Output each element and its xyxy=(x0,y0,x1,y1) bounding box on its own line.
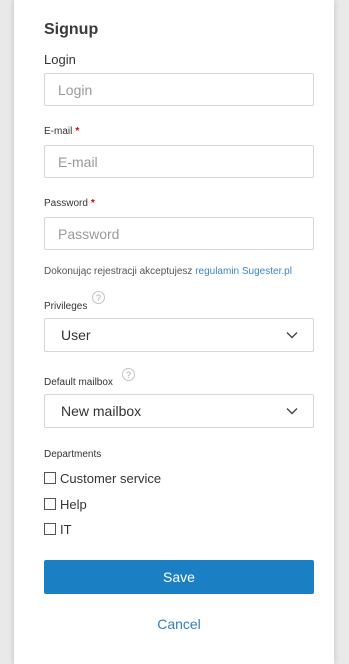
privileges-select[interactable]: User xyxy=(44,318,314,352)
departments-label: Departments xyxy=(44,449,102,460)
checkbox-label: Help xyxy=(60,497,87,512)
signup-panel: Signup Login E-mail* Password* Dokonując… xyxy=(14,0,334,664)
checkbox[interactable] xyxy=(44,523,56,535)
mailbox-help-icon[interactable]: ? xyxy=(122,368,135,381)
privileges-label: Privileges xyxy=(44,301,88,312)
password-label: Password * xyxy=(44,198,95,209)
checkbox[interactable] xyxy=(44,472,56,484)
privileges-selected: User xyxy=(61,327,91,343)
chevron-down-icon xyxy=(286,408,298,415)
department-checkbox-it[interactable]: IT xyxy=(44,522,72,538)
form-title: Signup xyxy=(44,21,99,38)
department-checkbox-customer-service[interactable]: Customer service xyxy=(44,471,161,487)
cancel-link[interactable]: Cancel xyxy=(44,616,314,632)
privileges-help-icon[interactable]: ? xyxy=(92,291,105,304)
mailbox-select[interactable]: New mailbox xyxy=(44,394,314,428)
mailbox-selected: New mailbox xyxy=(61,403,142,419)
login-input[interactable] xyxy=(44,73,314,106)
checkbox-label: IT xyxy=(60,522,72,537)
required-mark: * xyxy=(75,126,80,137)
email-label-text: E-mail xyxy=(44,126,73,137)
department-checkbox-help[interactable]: Help xyxy=(44,497,87,513)
required-mark: * xyxy=(90,198,95,209)
password-input[interactable] xyxy=(44,217,314,250)
login-label: Login xyxy=(44,52,76,67)
save-button[interactable]: Save xyxy=(44,560,314,594)
mailbox-label: Default mailbox xyxy=(44,377,113,388)
password-label-text: Password xyxy=(44,198,88,209)
terms-text: Dokonując rejestracji akceptujesz regula… xyxy=(44,266,292,277)
terms-sentence: Dokonując rejestracji akceptujesz xyxy=(44,266,196,277)
email-input[interactable] xyxy=(44,145,314,178)
terms-link[interactable]: regulamin Sugester.pl xyxy=(195,266,292,277)
email-label: E-mail * xyxy=(44,126,79,137)
checkbox[interactable] xyxy=(44,498,56,510)
checkbox-label: Customer service xyxy=(60,471,162,486)
chevron-down-icon xyxy=(286,332,298,339)
